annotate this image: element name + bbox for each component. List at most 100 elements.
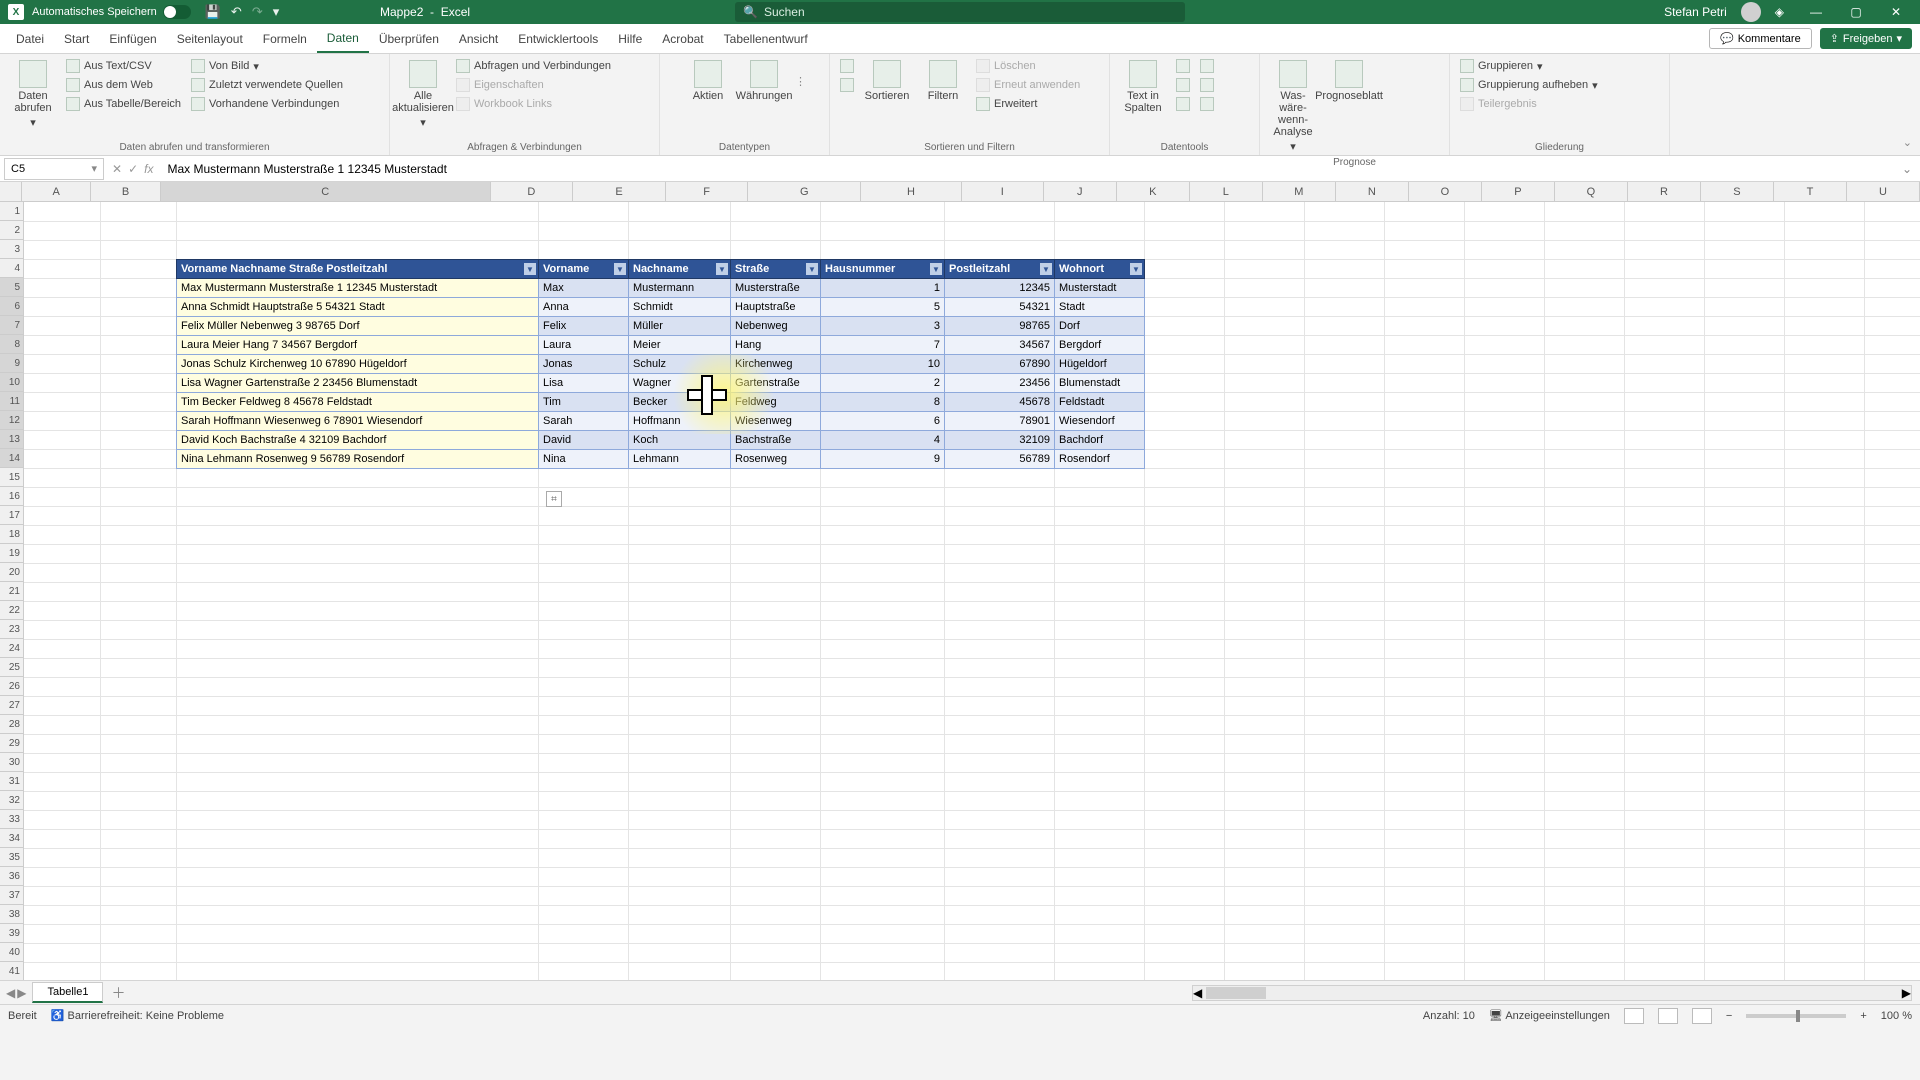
cell-nachname[interactable]: Mustermann (629, 279, 731, 298)
display-settings[interactable]: 🖥 Anzeigeeinstellungen (1489, 1009, 1610, 1022)
cell-wohnort[interactable]: Bergdorf (1055, 336, 1145, 355)
tab-einfuegen[interactable]: Einfügen (99, 26, 166, 52)
text-to-columns-button[interactable]: Text in Spalten (1118, 58, 1168, 116)
tab-ansicht[interactable]: Ansicht (449, 26, 508, 52)
search-input[interactable]: 🔍 Suchen (735, 2, 1185, 22)
cell-strasse[interactable]: Rosenweg (731, 450, 821, 469)
row-header[interactable]: 16 (0, 487, 24, 506)
cell-postleitzahl[interactable]: 45678 (945, 393, 1055, 412)
user-name[interactable]: Stefan Petri (1664, 5, 1727, 19)
cell-postleitzahl[interactable]: 34567 (945, 336, 1055, 355)
th-postleitzahl[interactable]: Postleitzahl▼ (945, 260, 1055, 279)
col-header-s[interactable]: S (1701, 182, 1774, 201)
col-header-l[interactable]: L (1190, 182, 1263, 201)
sort-za-icon[interactable] (838, 77, 856, 93)
cell-hausnummer[interactable]: 1 (821, 279, 945, 298)
ungroup-button[interactable]: Gruppierung aufheben ▾ (1458, 77, 1600, 93)
col-header-u[interactable]: U (1847, 182, 1920, 201)
horizontal-scrollbar[interactable]: ◀▶ (1192, 985, 1912, 1001)
flash-fill-icon[interactable] (1174, 58, 1192, 74)
cell-strasse[interactable]: Nebenweg (731, 317, 821, 336)
cell-strasse[interactable]: Hauptstraße (731, 298, 821, 317)
filter-dropdown-icon[interactable]: ▼ (524, 263, 536, 275)
tab-formeln[interactable]: Formeln (253, 26, 317, 52)
cell-postleitzahl[interactable]: 32109 (945, 431, 1055, 450)
cell-full[interactable]: Laura Meier Hang 7 34567 Bergdorf (177, 336, 539, 355)
row-header[interactable]: 7 (0, 316, 24, 335)
from-text-csv[interactable]: Aus Text/CSV (64, 58, 183, 74)
close-button[interactable]: ✕ (1878, 0, 1914, 24)
table-row[interactable]: Max Mustermann Musterstraße 1 12345 Must… (177, 279, 1145, 298)
diamond-icon[interactable]: ◈ (1775, 5, 1784, 19)
cell-postleitzahl[interactable]: 98765 (945, 317, 1055, 336)
cell-full[interactable]: Max Mustermann Musterstraße 1 12345 Must… (177, 279, 539, 298)
tab-ueberpruefen[interactable]: Überprüfen (369, 26, 449, 52)
col-header-o[interactable]: O (1409, 182, 1482, 201)
col-header-t[interactable]: T (1774, 182, 1847, 201)
cell-hausnummer[interactable]: 2 (821, 374, 945, 393)
cell-vorname[interactable]: Laura (539, 336, 629, 355)
name-box[interactable]: C5▾ (4, 158, 104, 180)
table-row[interactable]: Laura Meier Hang 7 34567 BergdorfLauraMe… (177, 336, 1145, 355)
refresh-all-button[interactable]: Alle aktualisieren ▾ (398, 58, 448, 131)
row-header[interactable]: 40 (0, 943, 24, 962)
th-hausnummer[interactable]: Hausnummer▼ (821, 260, 945, 279)
row-header[interactable]: 13 (0, 430, 24, 449)
collapse-ribbon-icon[interactable]: ⌄ (1903, 136, 1912, 149)
existing-connections[interactable]: Vorhandene Verbindungen (189, 96, 345, 112)
zoom-in-icon[interactable]: + (1860, 1010, 1866, 1022)
cell-wohnort[interactable]: Bachdorf (1055, 431, 1145, 450)
row-header[interactable]: 22 (0, 601, 24, 620)
comments-button[interactable]: 💬 Kommentare (1709, 28, 1812, 49)
cell-strasse[interactable]: Hang (731, 336, 821, 355)
row-header[interactable]: 9 (0, 354, 24, 373)
row-header[interactable]: 36 (0, 867, 24, 886)
row-header[interactable]: 15 (0, 468, 24, 487)
fx-icon[interactable]: fx (144, 162, 153, 176)
row-header[interactable]: 37 (0, 886, 24, 905)
cell-vorname[interactable]: Sarah (539, 412, 629, 431)
filter-dropdown-icon[interactable]: ▼ (806, 263, 818, 275)
tab-hilfe[interactable]: Hilfe (608, 26, 652, 52)
cell-wohnort[interactable]: Rosendorf (1055, 450, 1145, 469)
cell-vorname[interactable]: Felix (539, 317, 629, 336)
tab-datei[interactable]: Datei (6, 26, 54, 52)
row-header[interactable]: 12 (0, 411, 24, 430)
cell-vorname[interactable]: David (539, 431, 629, 450)
table-row[interactable]: Nina Lehmann Rosenweg 9 56789 RosendorfN… (177, 450, 1145, 469)
col-header-a[interactable]: A (22, 182, 91, 201)
col-header-g[interactable]: G (748, 182, 861, 201)
sheet-tab-1[interactable]: Tabelle1 (32, 982, 103, 1003)
cell-hausnummer[interactable]: 5 (821, 298, 945, 317)
col-header-j[interactable]: J (1044, 182, 1117, 201)
zoom-out-icon[interactable]: − (1726, 1010, 1732, 1022)
cell-vorname[interactable]: Max (539, 279, 629, 298)
row-header[interactable]: 19 (0, 544, 24, 563)
filter-dropdown-icon[interactable]: ▼ (716, 263, 728, 275)
row-header[interactable]: 21 (0, 582, 24, 601)
col-header-k[interactable]: K (1117, 182, 1190, 201)
view-layout-button[interactable] (1658, 1008, 1678, 1024)
cell-wohnort[interactable]: Musterstadt (1055, 279, 1145, 298)
row-header[interactable]: 2 (0, 221, 24, 240)
th-strasse[interactable]: Straße▼ (731, 260, 821, 279)
row-header[interactable]: 5 (0, 278, 24, 297)
col-header-r[interactable]: R (1628, 182, 1701, 201)
cell-wohnort[interactable]: Hügeldorf (1055, 355, 1145, 374)
th-wohnort[interactable]: Wohnort▼ (1055, 260, 1145, 279)
col-header-m[interactable]: M (1263, 182, 1336, 201)
cell-full[interactable]: Nina Lehmann Rosenweg 9 56789 Rosendorf (177, 450, 539, 469)
tab-daten[interactable]: Daten (317, 25, 369, 53)
cell-postleitzahl[interactable]: 56789 (945, 450, 1055, 469)
data-model-icon[interactable] (1198, 96, 1216, 112)
filter-dropdown-icon[interactable]: ▼ (1130, 263, 1142, 275)
minimize-button[interactable]: — (1798, 0, 1834, 24)
cell-vorname[interactable]: Tim (539, 393, 629, 412)
forecast-button[interactable]: Prognoseblatt (1324, 58, 1374, 104)
row-header[interactable]: 30 (0, 753, 24, 772)
sort-az-icon[interactable] (838, 58, 856, 74)
cell-full[interactable]: Sarah Hoffmann Wiesenweg 6 78901 Wiesend… (177, 412, 539, 431)
cell-hausnummer[interactable]: 4 (821, 431, 945, 450)
table-row[interactable]: Felix Müller Nebenweg 3 98765 DorfFelixM… (177, 317, 1145, 336)
col-header-n[interactable]: N (1336, 182, 1409, 201)
